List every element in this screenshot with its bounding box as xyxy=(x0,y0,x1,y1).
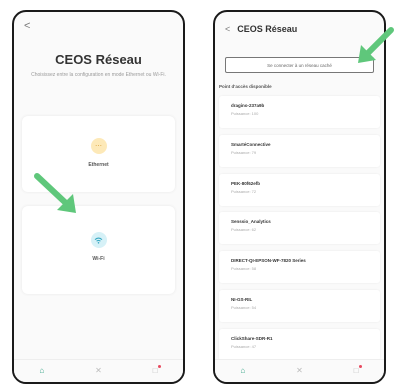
chevron-left-icon[interactable]: < xyxy=(225,24,230,34)
network-name: SmartéConnective xyxy=(231,141,271,147)
notification-dot xyxy=(157,365,161,368)
network-power: Puissance: 72 xyxy=(231,188,257,194)
network-item[interactable]: ClickShare-SDR-R1 Puissance: 47 xyxy=(219,328,380,361)
wifi-option-card[interactable]: Wi-Fi xyxy=(22,206,175,294)
wifi-label: Wi-Fi xyxy=(92,256,105,262)
arrow-annotation-icon xyxy=(358,27,394,63)
network-item[interactable]: PEK-80f62efb Puissance: 72 xyxy=(219,173,380,206)
page-title: CEOS Réseau xyxy=(237,24,298,34)
network-list: dragino-237a9b Puissance: 100 SmartéConn… xyxy=(219,96,380,368)
network-item[interactable]: SmartéConnective Puissance: 79 xyxy=(219,134,380,167)
network-power: Puissance: 54 xyxy=(231,304,257,310)
tools-icon[interactable]: ✕ xyxy=(296,367,303,375)
page-title: CEOS Réseau xyxy=(55,52,142,67)
phone-screen-wifi-list: < CEOS Réseau Se connecter à un réseau ca… xyxy=(213,10,386,384)
page-header: < CEOS Réseau xyxy=(225,24,297,34)
page-subtitle: Choisissez entre la configuration en mod… xyxy=(31,72,166,78)
network-power: Puissance: 58 xyxy=(231,266,257,272)
section-title: Point d'accès disponible xyxy=(219,84,272,89)
network-name: ClickShare-SDR-R1 xyxy=(231,335,273,341)
tools-icon[interactable]: ✕ xyxy=(95,367,102,375)
bell-icon[interactable]: □ xyxy=(153,365,161,375)
network-power: Puissance: 62 xyxy=(231,227,257,233)
home-icon[interactable]: ⌂ xyxy=(39,367,44,375)
network-name: Senssio_Analytics xyxy=(231,219,271,225)
ethernet-icon: ⋯ xyxy=(90,138,107,154)
network-item[interactable]: DIRECT-QI-EPSON-WF-7820 Series Puissance… xyxy=(219,251,380,284)
hidden-network-button[interactable]: Se connecter à un réseau caché xyxy=(225,57,374,73)
notification-dot xyxy=(358,365,362,368)
arrow-annotation-icon xyxy=(34,173,76,213)
bottom-nav: ⌂ ✕ □ xyxy=(215,359,384,382)
network-power: Puissance: 100 xyxy=(231,111,259,116)
network-item[interactable]: Senssio_Analytics Puissance: 62 xyxy=(219,212,380,245)
back-button[interactable]: < xyxy=(24,20,30,32)
home-icon[interactable]: ⌂ xyxy=(240,367,245,375)
network-name: NI-GS-RIL xyxy=(231,296,253,302)
network-power: Puissance: 47 xyxy=(231,343,257,349)
network-item[interactable]: dragino-237a9b Puissance: 100 xyxy=(219,96,380,128)
bell-icon[interactable]: □ xyxy=(354,365,362,375)
chevron-left-icon: < xyxy=(24,20,31,32)
network-name: dragino-237a9b xyxy=(231,103,265,108)
network-power: Puissance: 79 xyxy=(231,149,257,155)
network-item[interactable]: NI-GS-RIL Puissance: 54 xyxy=(219,289,380,322)
bottom-nav: ⌂ ✕ □ xyxy=(14,359,183,382)
wifi-icon xyxy=(90,232,107,248)
ethernet-label: Ethernet xyxy=(88,162,109,168)
network-name: DIRECT-QI-EPSON-WF-7820 Series xyxy=(231,258,306,264)
network-name: PEK-80f62efb xyxy=(231,180,261,186)
